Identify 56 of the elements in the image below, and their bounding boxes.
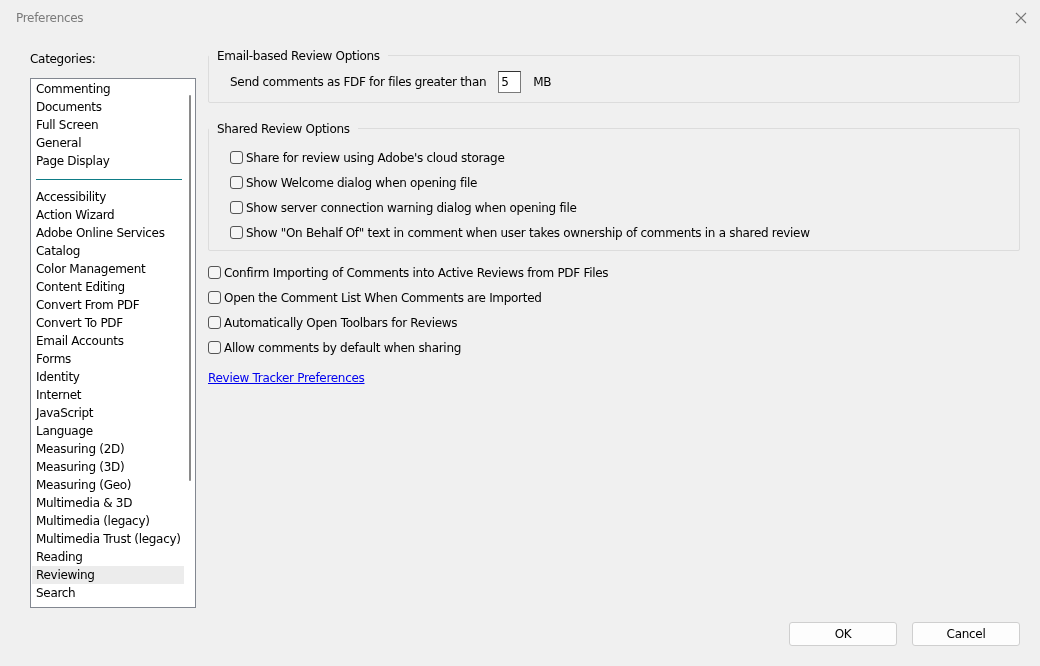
close-icon[interactable] [1014,11,1028,25]
category-item[interactable]: Measuring (Geo) [32,476,184,494]
category-item[interactable]: Accessibility [32,188,184,206]
scrollbar-thumb[interactable] [188,95,191,481]
checkbox-label: Show server connection warning dialog when opening file [246,199,577,217]
category-item[interactable]: Multimedia Trust (legacy) [32,530,184,548]
unit-label: MB [533,74,552,91]
category-item[interactable]: Color Management [32,260,184,278]
checkbox-label: Automatically Open Toolbars for Reviews [224,314,458,332]
category-item[interactable]: Convert From PDF [32,296,184,314]
category-item[interactable]: Multimedia (legacy) [32,512,184,530]
checkbox[interactable] [208,316,221,329]
fdf-size-field[interactable]: 5 [498,71,522,93]
checkbox[interactable] [208,291,221,304]
category-item[interactable]: Reading [32,548,184,566]
checkbox-label: Show "On Behalf Of" text in comment when user takes ownership of comments in a shared review [246,224,810,242]
category-item[interactable]: Identity [32,368,184,386]
ok-button[interactable]: OK [789,622,897,646]
category-item[interactable]: Commenting [32,80,184,98]
category-item[interactable]: Internet [32,386,184,404]
category-item[interactable]: Measuring (2D) [32,440,184,458]
category-item[interactable]: Reviewing [32,566,184,584]
category-item[interactable]: Full Screen [32,116,184,134]
checkbox[interactable] [208,266,221,279]
category-item[interactable]: Forms [32,350,184,368]
category-item[interactable]: Content Editing [32,278,184,296]
categories-label: Categories: [30,51,97,68]
category-item[interactable]: Measuring (3D) [32,458,184,476]
checkbox-label: Show Welcome dialog when opening file [246,174,478,192]
category-item[interactable]: Adobe Online Services [32,224,184,242]
window-title: Preferences [16,10,84,27]
checkbox[interactable] [230,151,243,164]
group-title: Shared Review Options [217,122,350,136]
checkbox-label: Share for review using Adobe's cloud storage [246,149,505,167]
category-item[interactable]: Language [32,422,184,440]
fdf-size-label: Send comments as FDF for files greater than [230,74,487,91]
checkbox[interactable] [208,341,221,354]
category-item[interactable]: Convert To PDF [32,314,184,332]
category-item[interactable]: Catalog [32,242,184,260]
category-item[interactable]: Documents [32,98,184,116]
category-item[interactable]: Search [32,584,184,602]
category-item[interactable]: General [32,134,184,152]
category-item[interactable]: Page Display [32,152,184,170]
checkbox[interactable] [230,201,243,214]
checkbox[interactable] [230,226,243,239]
category-item[interactable]: Action Wizard [32,206,184,224]
checkbox-label: Confirm Importing of Comments into Active Reviews from PDF Files [224,264,609,282]
checkbox-label: Allow comments by default when sharing [224,339,462,357]
cancel-button[interactable]: Cancel [912,622,1020,646]
review-tracker-link[interactable]: Review Tracker Preferences [208,371,365,385]
checkbox[interactable] [230,176,243,189]
category-item[interactable]: Email Accounts [32,332,184,350]
category-item[interactable]: Multimedia & 3D [32,494,184,512]
category-item[interactable]: JavaScript [32,404,184,422]
group-title: Email-based Review Options [217,49,380,63]
checkbox-label: Open the Comment List When Comments are Imported [224,289,542,307]
